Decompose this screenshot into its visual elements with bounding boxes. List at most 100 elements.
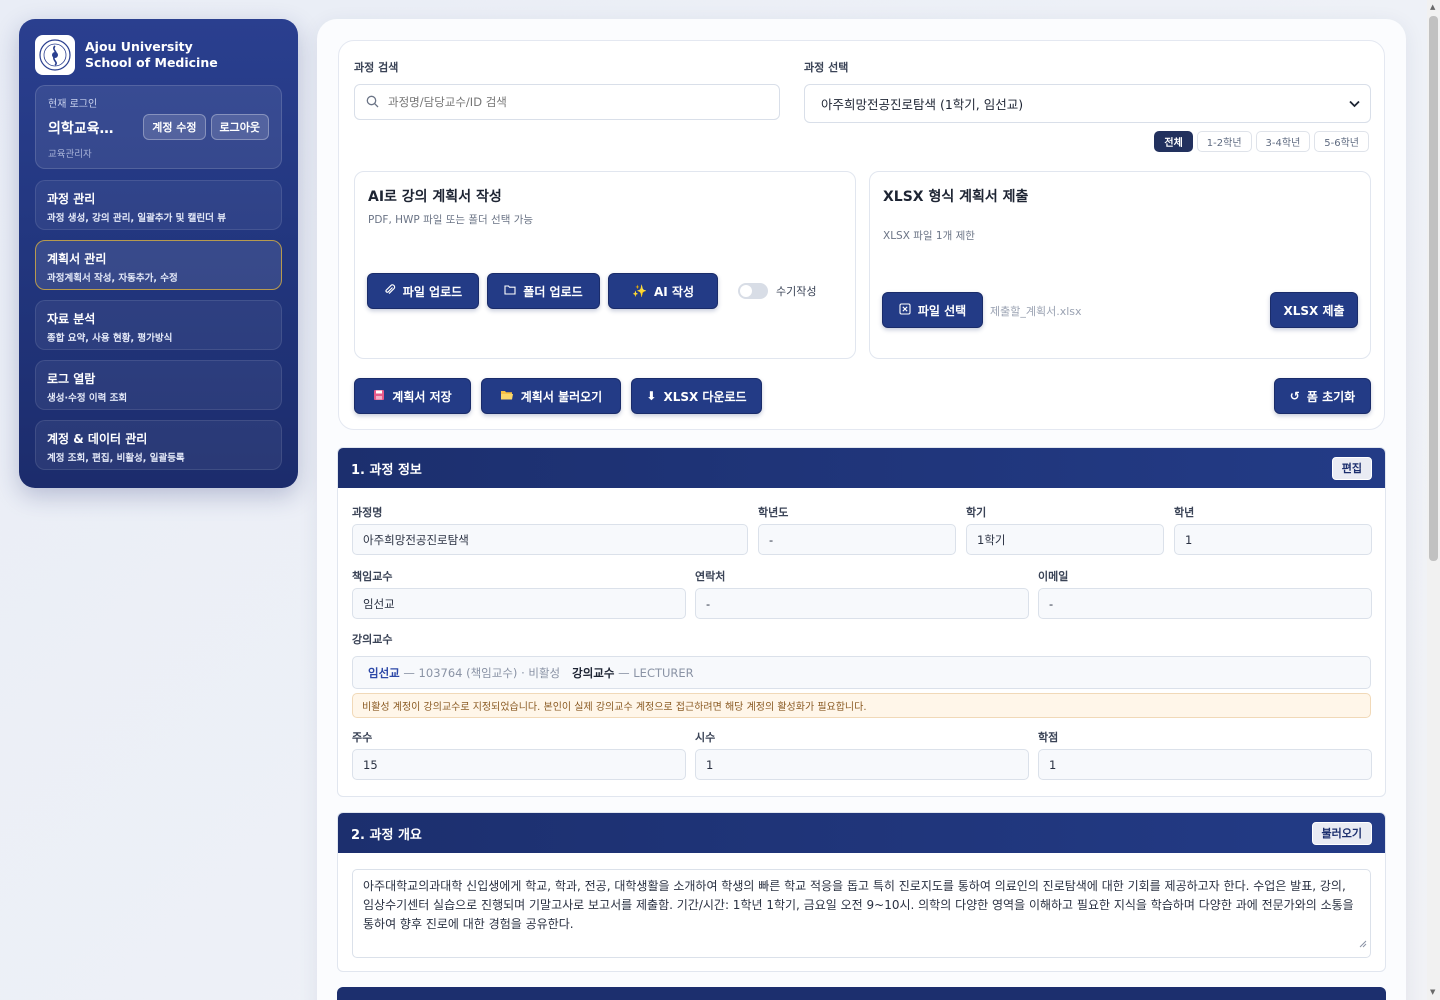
xlsx-submit-button[interactable]: XLSX 제출 — [1270, 292, 1358, 328]
chevron-down-icon — [1349, 96, 1360, 111]
course-select-value: 아주희망전공진로탐색 (1학기, 임선교) — [821, 97, 1024, 112]
year-chip-3-4[interactable]: 3-4학년 — [1255, 131, 1311, 152]
contact-field[interactable]: - — [695, 588, 1029, 619]
year-chip-1-2[interactable]: 1-2학년 — [1196, 131, 1252, 152]
grade-field[interactable]: 1 — [1174, 524, 1372, 555]
folder-upload-label: 폴더 업로드 — [523, 284, 583, 299]
nav-item-course-management[interactable]: 과정 관리 과정 생성, 강의 관리, 일괄추가 및 캘린더 뷰 — [35, 180, 282, 230]
brand-line-1: Ajou University — [85, 39, 193, 54]
grade-label: 학년 — [1174, 506, 1195, 519]
control-card: 과정 검색 과정 선택 아주희망전공진로탐색 (1학기, 임선교) 전체 1-2… — [338, 40, 1385, 430]
lecturer-name: 강의교수 — [572, 665, 615, 680]
course-overview-textarea[interactable]: 아주대학교의과대학 신입생에게 학교, 학과, 전공, 대학생활을 소개하여 학… — [352, 869, 1371, 958]
scroll-down-arrow-icon[interactable]: ▼ — [1430, 988, 1435, 996]
email-label: 이메일 — [1038, 570, 1069, 583]
sidebar: Ajou University School of Medicine 현재 로그… — [19, 19, 298, 488]
edit-account-button[interactable]: 계정 수정 — [143, 114, 206, 140]
course-overview-text: 아주대학교의과대학 신입생에게 학교, 학과, 전공, 대학생활을 소개하여 학… — [363, 879, 1354, 931]
load-plan-label: 계획서 불러오기 — [520, 389, 603, 404]
nav-item-plan-management[interactable]: 계획서 관리 과정계획서 작성, 자동추가, 수정 — [35, 240, 282, 290]
xlsx-download-label: XLSX 다운로드 — [663, 389, 747, 404]
file-select-button[interactable]: 파일 선택 — [882, 292, 983, 328]
lecturers-list: 임선교 — 103764 (책임교수) · 비활성 강의교수 — LECTURE… — [352, 656, 1371, 689]
weeks-label: 주수 — [352, 731, 373, 744]
download-arrow-icon: ⬇ — [646, 389, 657, 403]
semester-field[interactable]: 1학기 — [966, 524, 1164, 555]
folder-icon — [504, 284, 516, 298]
reset-form-button[interactable]: ↺ 폼 초기화 — [1274, 378, 1371, 414]
page-scrollbar[interactable]: ▲ ▼ — [1427, 0, 1440, 1000]
file-upload-button[interactable]: 파일 업로드 — [367, 273, 479, 309]
section-title: 2. 과정 개요 — [351, 827, 422, 843]
hours-label: 시수 — [695, 731, 716, 744]
weeks-field[interactable]: 15 — [352, 749, 686, 780]
load-plan-button[interactable]: 계획서 불러오기 — [481, 378, 621, 414]
login-label: 현재 로그인 — [48, 99, 98, 110]
inactive-warning: 비활성 계정이 강의교수로 지정되었습니다. 본인이 실제 강의교수 계정으로 … — [352, 693, 1371, 718]
semester-label: 학기 — [966, 506, 987, 519]
scroll-up-arrow-icon[interactable]: ▲ — [1430, 3, 1435, 11]
academic-year-label: 학년도 — [758, 506, 789, 519]
toggle-switch[interactable] — [738, 283, 768, 299]
nav-item-subtitle: 과정 생성, 강의 관리, 일괄추가 및 캘린더 뷰 — [47, 213, 226, 224]
hours-field[interactable]: 1 — [695, 749, 1029, 780]
year-filter: 전체 1-2학년 3-4학년 5-6학년 — [1154, 131, 1369, 152]
nav-item-subtitle: 과정계획서 작성, 자동추가, 수정 — [47, 273, 178, 284]
credits-field[interactable]: 1 — [1038, 749, 1372, 780]
university-logo-icon — [35, 35, 75, 75]
nav-item-log-view[interactable]: 로그 열람 생성·수정 이력 조회 — [35, 360, 282, 410]
search-box[interactable] — [354, 84, 780, 120]
lecturer-chip[interactable]: 임선교 — 103764 (책임교수) · 비활성 — [368, 665, 560, 681]
professor-label: 책임교수 — [352, 570, 393, 583]
manual-write-toggle[interactable]: 수기작성 — [738, 283, 816, 299]
refresh-icon: ↺ — [1289, 389, 1300, 403]
xlsx-card-subtitle: XLSX 파일 1개 제한 — [883, 230, 975, 242]
course-select[interactable]: 아주희망전공진로탐색 (1학기, 임선교) — [804, 84, 1371, 123]
nav-item-data-analysis[interactable]: 자료 분석 종합 요약, 사용 현황, 평가방식 — [35, 300, 282, 350]
course-info-section: 1. 과정 정보 편집 과정명 아주희망전공진로탐색 학년도 - 학기 1학기 … — [337, 447, 1386, 797]
file-x-icon — [899, 302, 911, 318]
scrollbar-thumb[interactable] — [1429, 16, 1438, 561]
folder-upload-button[interactable]: 폴더 업로드 — [487, 273, 600, 309]
year-chip-5-6[interactable]: 5-6학년 — [1314, 131, 1369, 152]
manual-write-label: 수기작성 — [776, 285, 817, 298]
credits-label: 학점 — [1038, 731, 1059, 744]
nav-item-account-data-management[interactable]: 계정 & 데이터 관리 계정 조회, 편집, 비활성, 일괄등록 — [35, 420, 282, 470]
floppy-disk-icon — [373, 389, 385, 404]
load-button[interactable]: 불러오기 — [1311, 821, 1372, 845]
logout-button[interactable]: 로그아웃 — [210, 114, 269, 140]
save-plan-button[interactable]: 계획서 저장 — [354, 378, 471, 414]
ai-write-button[interactable]: ✨ AI 작성 — [608, 273, 718, 309]
year-chip-all[interactable]: 전체 — [1154, 131, 1193, 152]
nav-item-title: 로그 열람 — [47, 372, 96, 386]
lecturer-chip[interactable]: 강의교수 — LECTURER — [572, 665, 694, 681]
nav-item-title: 계획서 관리 — [47, 252, 107, 266]
lecturers-label: 강의교수 — [352, 633, 393, 646]
selected-file-name: 제출할_계획서.xlsx — [990, 305, 1082, 318]
search-icon — [366, 93, 379, 112]
course-overview-section: 2. 과정 개요 불러오기 아주대학교의과대학 신입생에게 학교, 학과, 전공… — [337, 812, 1386, 972]
professor-field[interactable]: 임선교 — [352, 588, 686, 619]
sparkles-icon: ✨ — [632, 284, 647, 298]
resize-handle-icon[interactable] — [1359, 935, 1367, 954]
brand: Ajou University School of Medicine — [35, 35, 282, 75]
email-field[interactable]: - — [1038, 588, 1372, 619]
nav-item-subtitle: 계정 조회, 편집, 비활성, 일괄등록 — [47, 453, 185, 464]
file-upload-label: 파일 업로드 — [402, 284, 463, 299]
nav-item-subtitle: 종합 요약, 사용 현황, 평가방식 — [47, 333, 173, 344]
xlsx-download-button[interactable]: ⬇ XLSX 다운로드 — [631, 378, 762, 414]
lecturer-meta: — 103764 (책임교수) · 비활성 — [403, 665, 561, 680]
search-input[interactable] — [388, 95, 748, 109]
xlsx-card-title: XLSX 형식 계획서 제출 — [883, 189, 1029, 205]
reset-form-label: 폼 초기화 — [1306, 389, 1356, 404]
course-name-field[interactable]: 아주희망전공진로탐색 — [352, 524, 748, 555]
lecturer-name: 임선교 — [368, 665, 400, 680]
nav-item-subtitle: 생성·수정 이력 조회 — [47, 393, 128, 404]
main-panel: 과정 검색 과정 선택 아주희망전공진로탐색 (1학기, 임선교) 전체 1-2… — [317, 19, 1406, 1000]
course-select-label: 과정 선택 — [804, 61, 849, 74]
nav-item-title: 계정 & 데이터 관리 — [47, 432, 148, 446]
search-label: 과정 검색 — [354, 61, 399, 74]
academic-year-field[interactable]: - — [758, 524, 956, 555]
edit-button[interactable]: 편집 — [1331, 456, 1372, 480]
file-select-label: 파일 선택 — [917, 303, 967, 318]
